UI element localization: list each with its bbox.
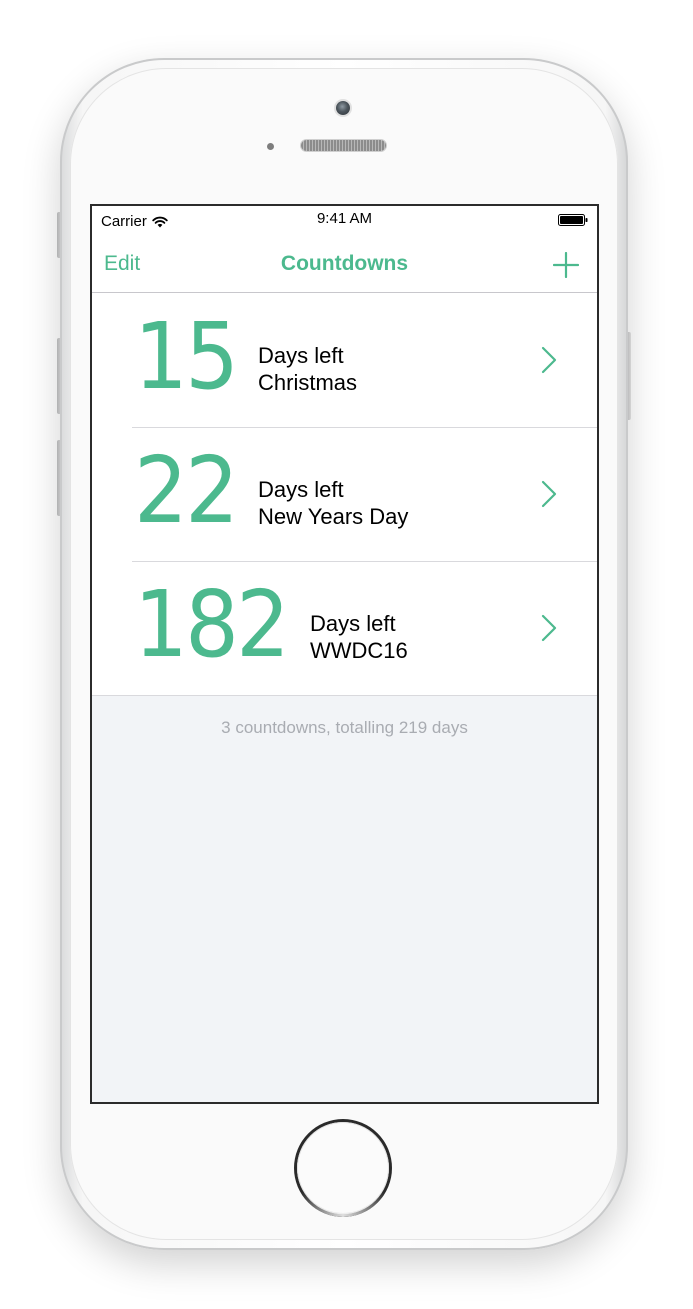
event-name: WWDC16 xyxy=(310,638,408,663)
navigation-bar: Edit Countdowns xyxy=(92,236,597,293)
proximity-sensor xyxy=(267,143,274,150)
countdown-summary: 3 countdowns, totalling 219 days xyxy=(221,718,468,737)
days-left-label: Days left xyxy=(258,477,344,502)
countdown-row-new-years-day[interactable]: 22 Days left New Years Day xyxy=(92,427,597,561)
event-name: Christmas xyxy=(258,370,358,395)
chevron-right-icon xyxy=(541,614,557,642)
page-title: Countdowns xyxy=(280,252,409,275)
countdown-list: 15 Days left Christmas 22 Days left New … xyxy=(92,293,597,696)
countdown-text: Days left Christmas xyxy=(258,342,357,396)
countdown-row-christmas[interactable]: 15 Days left Christmas xyxy=(92,293,597,427)
battery-icon xyxy=(558,214,588,226)
days-count: 182 xyxy=(134,571,290,678)
chevron-right-icon xyxy=(541,346,557,374)
app-screen: Carrier 9:41 AM Edit Countdowns 15 Days … xyxy=(90,204,599,1104)
chevron-right-icon xyxy=(541,480,557,508)
front-camera xyxy=(336,101,350,115)
status-time: 9:41 AM xyxy=(316,210,373,227)
days-left-label: Days left xyxy=(310,611,396,636)
device-mockup: Carrier 9:41 AM Edit Countdowns 15 Days … xyxy=(0,0,693,1309)
plus-icon xyxy=(553,252,579,278)
countdown-text: Days left New Years Day xyxy=(258,476,408,530)
status-bar: Carrier 9:41 AM xyxy=(92,206,597,236)
earpiece-speaker xyxy=(301,140,386,151)
countdown-text: Days left WWDC16 xyxy=(310,610,408,664)
home-button xyxy=(297,1122,389,1214)
countdown-row-wwdc16[interactable]: 182 Days left WWDC16 xyxy=(92,561,597,695)
days-count: 22 xyxy=(134,437,239,544)
event-name: New Years Day xyxy=(258,504,409,529)
add-countdown-button[interactable] xyxy=(553,252,579,278)
days-left-label: Days left xyxy=(258,343,344,368)
days-count: 15 xyxy=(134,303,239,410)
